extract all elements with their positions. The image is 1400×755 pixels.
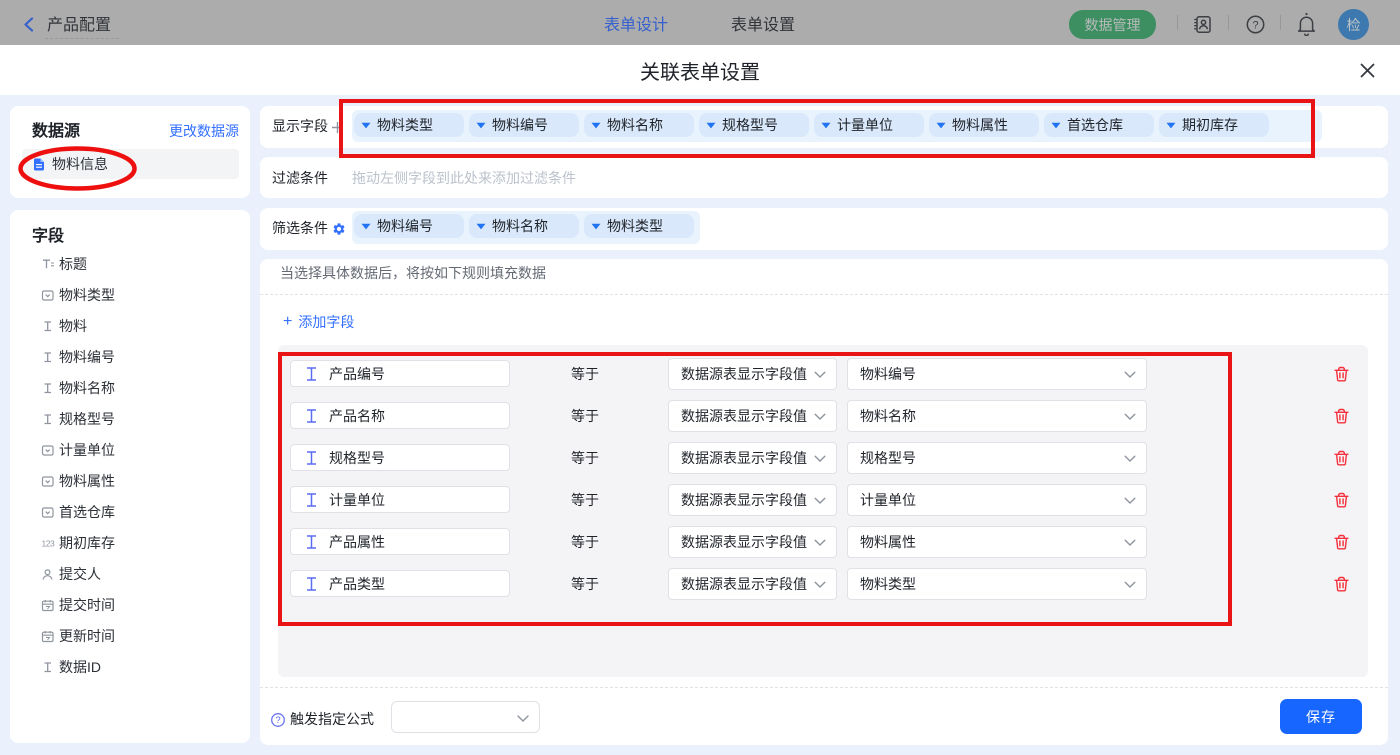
svg-text:?: ? <box>1252 20 1258 32</box>
svg-text:?: ? <box>275 715 280 725</box>
svg-text:123: 123 <box>42 538 55 548</box>
